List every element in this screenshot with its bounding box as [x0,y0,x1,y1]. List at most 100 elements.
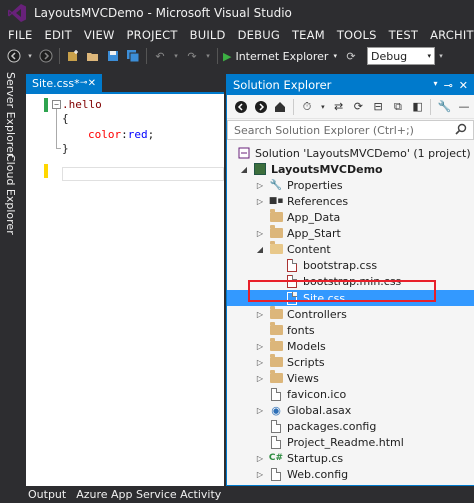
expand-arrow-icon[interactable]: ▷ [255,402,265,418]
tree-item-favicon-ico[interactable]: favicon.ico [227,386,474,402]
dropdown-arrow-icon[interactable]: ▾ [204,48,212,64]
collapse-arrow-icon[interactable]: ◢ [239,161,249,177]
cloud-explorer-tab[interactable]: Cloud Explorer [4,154,17,235]
refresh-icon[interactable]: ⟳ [351,99,367,115]
config-file-icon [269,467,283,481]
tree-item-startup-cs[interactable]: ▷ C# Startup.cs [227,450,474,466]
code-open-brace: { [62,112,69,125]
code-editor[interactable]: − .hello { color:red; } [26,92,224,486]
expand-arrow-icon[interactable]: ▷ [255,354,265,370]
menu-architecture[interactable]: ARCHITECTU [426,28,474,42]
expand-arrow-icon[interactable]: ▷ [255,450,265,466]
tree-item-web-config[interactable]: ▷ Web.config [227,466,474,482]
solution-icon [237,146,251,160]
close-icon[interactable]: ✕ [459,79,468,92]
forward-icon[interactable] [38,48,54,64]
tree-item-controllers[interactable]: ▷ Controllers [227,306,474,322]
collapse-all-icon[interactable]: ⊟ [370,99,386,115]
expand-arrow-icon[interactable]: ▷ [255,306,265,322]
code-property: color [88,128,122,141]
tree-item-packages-config[interactable]: packages.config [227,418,474,434]
tree-item-fonts[interactable]: fonts [227,322,474,338]
menu-debug[interactable]: DEBUG [234,28,288,42]
menu-team[interactable]: TEAM [288,28,333,42]
tree-item-solution-layoutsmvcdemo-1-project[interactable]: Solution 'LayoutsMVCDemo' (1 project) [227,145,474,161]
configuration-select[interactable]: Debug ▾ [366,47,435,65]
save-all-icon[interactable] [125,48,141,64]
forward-icon[interactable] [253,99,269,115]
tree-item-label: favicon.ico [287,387,347,401]
history-icon[interactable]: ⏱ [299,99,315,115]
menu-view[interactable]: VIEW [80,28,123,42]
toolbar-separator [293,98,295,115]
dropdown-arrow-icon[interactable]: ▾ [172,48,180,64]
dropdown-arrow-icon[interactable]: ▾ [437,48,445,64]
tree-item-app-data[interactable]: App_Data [227,209,474,225]
properties-wrench-icon[interactable]: 🔧 [436,99,452,115]
document-tab-site-css[interactable]: Site.css* ⊸ ✕ [26,74,102,92]
redo-icon[interactable]: ↷ [184,48,200,64]
menu-project[interactable]: PROJECT [123,28,186,42]
dropdown-arrow-icon[interactable]: ▾ [333,52,337,60]
solution-explorer-search-input[interactable]: Search Solution Explorer (Ctrl+;) [227,120,474,140]
solution-explorer-title: Solution Explorer [233,78,332,92]
pin-icon[interactable]: ⊸ [80,78,88,88]
azure-app-service-activity-tab[interactable]: Azure App Service Activity [76,488,221,501]
refresh-icon[interactable]: ⟳ [343,48,359,64]
expand-arrow-icon[interactable]: ▷ [255,193,265,209]
collapse-arrow-icon[interactable]: ◢ [255,241,265,257]
sync-icon[interactable]: ⇄ [331,99,347,115]
collapse-toggle-icon[interactable]: − [52,100,61,109]
tree-item-models[interactable]: ▷ Models [227,338,474,354]
tree-item-project-readme-html[interactable]: Project_Readme.html [227,434,474,450]
tree-item-layoutsmvcdemo[interactable]: ◢ LayoutsMVCDemo [227,161,474,177]
back-icon[interactable] [233,99,249,115]
undo-icon[interactable]: ↶ [152,48,168,64]
tree-item-label: Models [287,339,326,353]
expand-arrow-icon[interactable]: ▷ [255,338,265,354]
expand-arrow-icon[interactable]: ▷ [255,177,265,193]
close-icon[interactable]: ✕ [88,78,96,89]
save-icon[interactable] [105,48,121,64]
back-icon[interactable] [6,48,22,64]
show-all-files-icon[interactable]: ⧉ [390,99,406,115]
output-tab[interactable]: Output [28,488,66,501]
dropdown-arrow-icon[interactable]: ▾ [319,99,327,115]
window-position-icon[interactable]: ▾ [434,79,438,92]
tree-item-bootstrap-css[interactable]: bootstrap.css [227,257,474,273]
home-icon[interactable] [272,99,288,115]
play-icon: ▶ [223,49,232,63]
folder-icon [269,322,283,337]
tree-item-label: Properties [287,178,343,192]
view-code-icon[interactable]: ◧ [410,99,426,115]
menu-file[interactable]: FILE [4,28,40,42]
dash-icon[interactable]: — [456,99,472,115]
tree-item-global-asax[interactable]: ▷ ◉ Global.asax [227,402,474,418]
expand-arrow-icon[interactable]: ▷ [255,225,265,241]
tree-item-scripts[interactable]: ▷ Scripts [227,354,474,370]
menu-edit[interactable]: EDIT [40,28,79,42]
menu-build[interactable]: BUILD [186,28,234,42]
menu-test[interactable]: TEST [385,28,426,42]
expand-arrow-icon[interactable]: ▷ [255,370,265,386]
tree-item-properties[interactable]: ▷ 🔧 Properties [227,177,474,193]
tree-item-app-start[interactable]: ▷ App_Start [227,225,474,241]
folder-icon [269,338,283,353]
search-placeholder: Search Solution Explorer (Ctrl+;) [234,123,414,137]
search-icon[interactable] [455,123,467,138]
pin-icon[interactable]: ⊸ [444,79,453,92]
current-line-highlight [62,167,224,181]
server-explorer-tab[interactable]: Server Explorer [4,72,17,157]
open-icon[interactable] [85,48,101,64]
expand-arrow-icon[interactable]: ▷ [255,466,265,482]
dropdown-arrow-icon[interactable]: ▾ [26,48,34,64]
menu-tools[interactable]: TOOLS [333,28,385,42]
new-project-icon[interactable] [65,48,81,64]
folder-icon [269,209,283,224]
tree-item-content[interactable]: ◢ Content [227,241,474,257]
tree-item-views[interactable]: ▷ Views [227,370,474,386]
tree-item-references[interactable]: ▷ ■▪ References [227,193,474,209]
html-file-icon [269,435,283,449]
saved-change-marker [44,98,48,112]
start-debugging-button[interactable]: ▶ Internet Explorer ▾ [223,50,337,63]
